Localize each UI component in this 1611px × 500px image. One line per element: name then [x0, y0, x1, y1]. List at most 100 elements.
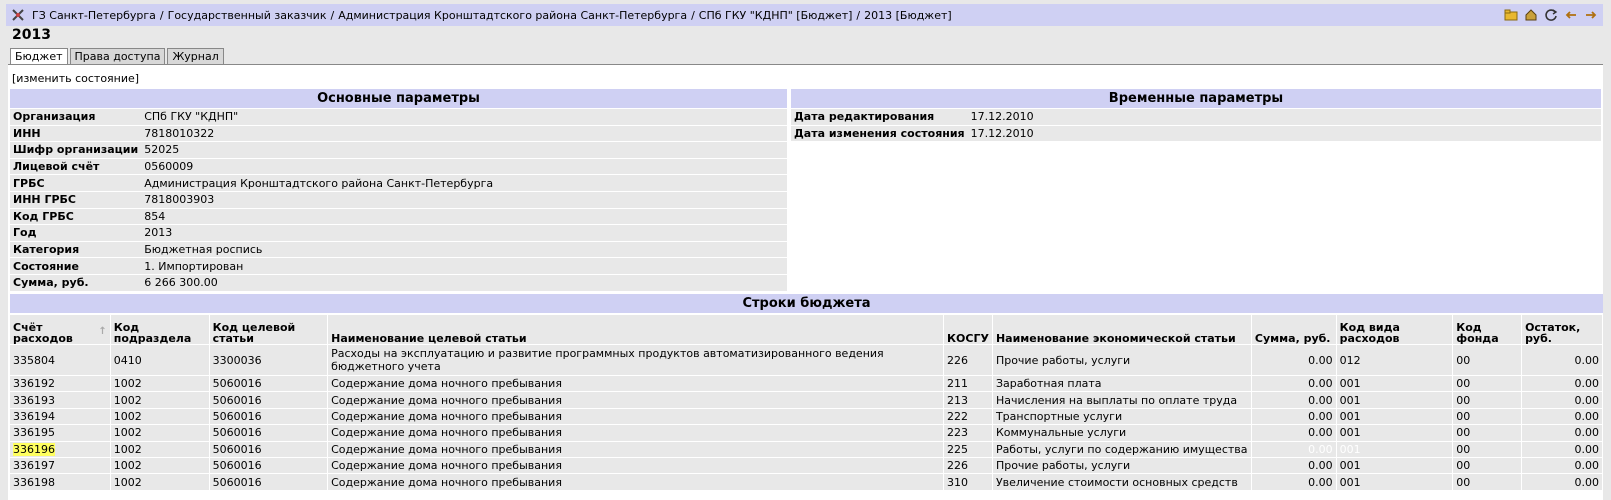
table-cell: 5060016: [209, 391, 329, 409]
cell-text: 0.00: [1574, 393, 1600, 407]
table-row[interactable]: 336194 1002 5060016 Содержание дома ночного…: [10, 407, 1603, 425]
param-row: Дата редактирования 17.12.2010: [791, 109, 1601, 126]
table-cell: 213: [943, 391, 993, 409]
cell-text: 1002: [113, 475, 142, 489]
cell-text: 0.00: [1574, 426, 1600, 440]
table-cell: 5060016: [209, 440, 329, 458]
cell-text: 0.00: [1308, 409, 1333, 423]
param-value: 2013: [141, 224, 787, 242]
sort-arrow-icon[interactable]: ↑: [98, 326, 106, 337]
table-cell: 00: [1452, 391, 1523, 409]
param-row: Дата изменения состояния 17.12.2010: [791, 125, 1601, 143]
cell-text: Содержание дома ночного пребывания: [331, 377, 562, 391]
param-key: Категория: [10, 241, 142, 259]
table-cell: 336196: [10, 440, 111, 458]
cell-text: 0.00: [1308, 393, 1333, 407]
cell-text: Содержание дома ночного пребывания: [331, 459, 562, 473]
column-header-label: Наименование экономической статьи: [995, 332, 1236, 345]
cell-text: 1002: [113, 377, 142, 391]
home-icon[interactable]: [1523, 7, 1539, 23]
column-header[interactable]: КОСГУ: [943, 315, 993, 345]
column-header[interactable]: Наименование экономической статьи: [992, 315, 1252, 345]
table-cell: 001: [1336, 440, 1454, 458]
param-value: 7818010322: [141, 125, 787, 143]
param-row: Организация СПб ГКУ "КДНП": [10, 109, 787, 126]
cell-text: 5060016: [212, 426, 262, 440]
cell-text: 336196: [13, 442, 55, 456]
table-cell: 0.00: [1521, 374, 1603, 392]
table-cell: 00: [1452, 374, 1523, 392]
table-cell: 0.00: [1251, 440, 1337, 458]
cell-text: Увеличение стоимости основных средств: [995, 475, 1238, 489]
breadcrumb-current: 2013 [Бюджет]: [864, 8, 952, 22]
column-header[interactable]: Код вида расходов: [1336, 315, 1454, 345]
table-cell: 0.00: [1521, 473, 1603, 490]
cell-text: 5060016: [212, 393, 262, 407]
page-title: 2013: [12, 27, 51, 43]
cell-text: 00: [1456, 475, 1471, 489]
column-header[interactable]: Остаток, руб.: [1521, 315, 1603, 345]
cell-text: 001: [1339, 475, 1361, 489]
breadcrumb-item[interactable]: Администрация Кронштадтского района Санк…: [338, 9, 687, 22]
refresh-icon[interactable]: [1543, 7, 1559, 23]
column-header[interactable]: ↑ Счёт расходов: [10, 315, 111, 345]
table-row[interactable]: 336197 1002 5060016 Содержание дома ночного…: [10, 456, 1603, 474]
table-cell: 1002: [110, 391, 210, 409]
table-cell: 0.00: [1251, 407, 1337, 425]
breadcrumb-item[interactable]: Государственный заказчик: [168, 9, 327, 22]
back-arrow-icon[interactable]: [1563, 7, 1579, 23]
table-cell: 336197: [10, 456, 111, 474]
cell-text: 225: [947, 442, 969, 456]
column-header[interactable]: Код целевой статьи: [209, 315, 329, 345]
param-value: СПб ГКУ "КДНП": [141, 109, 787, 126]
table-cell: 0.00: [1251, 374, 1337, 392]
table-cell: Увеличение стоимости основных средств: [992, 473, 1252, 490]
table-row[interactable]: 336196 1002 5060016 Содержание дома ночного…: [10, 440, 1603, 458]
column-header[interactable]: Код подраздела: [110, 315, 210, 345]
table-cell: 0.00: [1251, 456, 1337, 474]
param-key: Год: [10, 224, 142, 242]
tab-access-rights[interactable]: Права доступа: [69, 48, 166, 65]
table-cell: Прочие работы, услуги: [992, 344, 1252, 376]
cell-text: 0.00: [1308, 459, 1333, 473]
table-cell: 310: [943, 473, 993, 490]
tab-journal[interactable]: Журнал: [167, 48, 224, 65]
cell-text: 1002: [113, 409, 142, 423]
change-state-link[interactable]: [изменить состояние]: [12, 72, 139, 85]
table-row[interactable]: 336195 1002 5060016 Содержание дома ночного…: [10, 424, 1603, 442]
param-value: 7818003903: [141, 191, 787, 209]
cell-text: Содержание дома ночного пребывания: [331, 409, 562, 423]
breadcrumb-item[interactable]: ГЗ Санкт-Петербурга: [32, 9, 156, 22]
breadcrumb-item[interactable]: СПб ГКУ "КДНП" [Бюджет]: [699, 9, 853, 22]
cell-text: 00: [1456, 377, 1471, 391]
app-logo-icon[interactable]: [10, 7, 26, 23]
table-cell: 001: [1336, 456, 1454, 474]
forward-arrow-icon[interactable]: [1583, 7, 1599, 23]
breadcrumb: ГЗ Санкт-Петербурга / Государственный зака…: [32, 8, 952, 22]
column-header[interactable]: Наименование целевой статьи: [327, 315, 945, 345]
param-row: Год 2013: [10, 224, 787, 242]
table-cell: 001: [1336, 424, 1454, 442]
table-row[interactable]: 336198 1002 5060016 Содержание дома ночного…: [10, 473, 1603, 490]
param-value: 0560009: [141, 158, 787, 176]
cell-text: 0.00: [1574, 409, 1600, 423]
cell-text: 211: [947, 377, 969, 391]
table-cell: 00: [1452, 440, 1523, 458]
main-params-header: Основные параметры: [10, 89, 787, 108]
table-cell: 0410: [110, 344, 210, 376]
table-cell: Содержание дома ночного пребывания: [327, 440, 945, 458]
table-row[interactable]: 336192 1002 5060016 Содержание дома ночного…: [10, 374, 1603, 392]
cell-text: 336195: [13, 426, 55, 440]
table-cell: 0.00: [1521, 344, 1603, 376]
cell-text: 336198: [13, 475, 55, 489]
param-key: Лицевой счёт: [10, 158, 142, 176]
cell-text: 0.00: [1308, 353, 1333, 367]
table-row[interactable]: 335804 0410 3300036 Расходы на эксплуатацию…: [10, 344, 1603, 376]
column-header[interactable]: Код фонда: [1452, 315, 1523, 345]
param-value: 52025: [141, 141, 787, 159]
param-key: Шифр организации: [10, 141, 142, 159]
param-row: Состояние 1. Импортирован: [10, 257, 787, 275]
folder-icon[interactable]: [1503, 7, 1519, 23]
column-header[interactable]: Сумма, руб.: [1251, 315, 1337, 345]
table-row[interactable]: 336193 1002 5060016 Содержание дома ночного…: [10, 391, 1603, 409]
